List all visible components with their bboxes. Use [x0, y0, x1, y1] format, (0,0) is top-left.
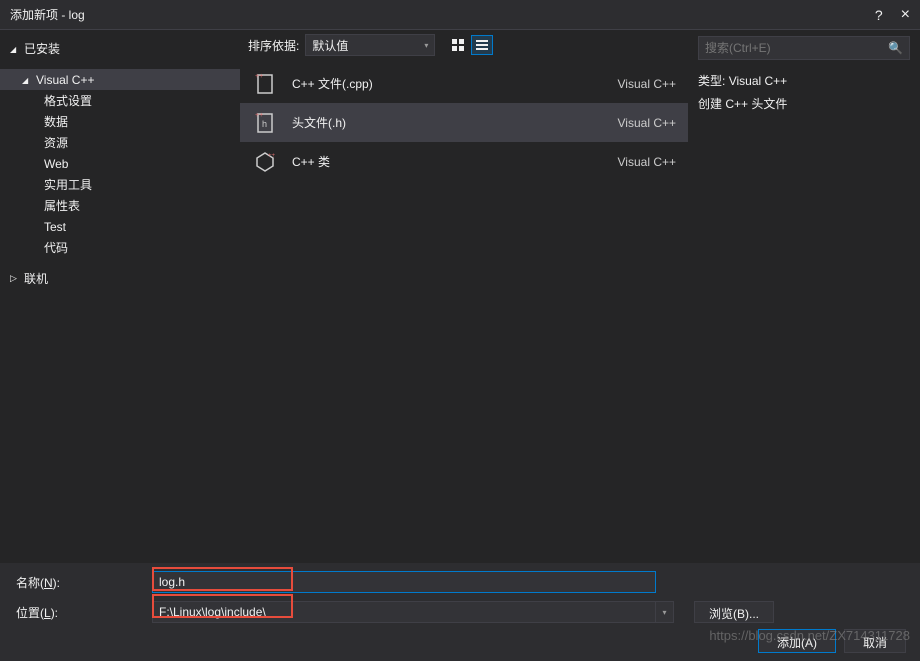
tree-item-code[interactable]: 代码	[0, 237, 240, 258]
view-list-button[interactable]	[471, 35, 493, 55]
search-box[interactable]: 🔍	[698, 36, 910, 60]
tree-item-test[interactable]: Test	[0, 216, 240, 237]
search-icon: 🔍	[888, 41, 903, 55]
chevron-down-icon: ▾	[424, 41, 428, 50]
template-cpp-class[interactable]: ++ C++ 类 Visual C++	[240, 142, 688, 181]
title-bar: 添加新项 - log ? ×	[0, 0, 920, 30]
location-label: 位置(L):	[16, 604, 144, 621]
tree-item-data[interactable]: 数据	[0, 111, 240, 132]
template-header-file[interactable]: h++ 头文件(.h) Visual C++	[240, 103, 688, 142]
template-list: ++ C++ 文件(.cpp) Visual C++ h++ 头文件(.h) V…	[240, 60, 688, 563]
browse-button[interactable]: 浏览(B)...	[694, 601, 774, 623]
template-cpp-file[interactable]: ++ C++ 文件(.cpp) Visual C++	[240, 64, 688, 103]
tree-item-web[interactable]: Web	[0, 153, 240, 174]
cpp-class-icon: ++	[252, 149, 278, 175]
category-sidebar: 已安装 Visual C++ 格式设置 数据 资源 Web 实用工具 属性表 T…	[0, 30, 240, 563]
type-info: 类型: Visual C++	[698, 72, 910, 89]
svg-text:++: ++	[255, 73, 263, 80]
sort-combo[interactable]: 默认值 ▾	[305, 34, 435, 56]
grid-icon	[452, 39, 464, 51]
cancel-button[interactable]: 取消	[844, 629, 906, 653]
tree-installed[interactable]: 已安装	[0, 38, 240, 59]
view-grid-button[interactable]	[447, 35, 469, 55]
cpp-file-icon: ++	[252, 71, 278, 97]
tree-item-utility[interactable]: 实用工具	[0, 174, 240, 195]
chevron-down-icon[interactable]: ▾	[656, 601, 674, 623]
tree-item-property[interactable]: 属性表	[0, 195, 240, 216]
tree-item-resource[interactable]: 资源	[0, 132, 240, 153]
template-panel: 排序依据: 默认值 ▾ ++ C++ 文件(.cpp) Visual C	[240, 30, 688, 563]
center-toolbar: 排序依据: 默认值 ▾	[240, 30, 688, 60]
tree-item-format[interactable]: 格式设置	[0, 90, 240, 111]
tree-online[interactable]: 联机	[0, 268, 240, 289]
name-input[interactable]	[152, 571, 656, 593]
description: 创建 C++ 头文件	[698, 95, 910, 112]
chevron-right-icon	[10, 273, 22, 284]
sort-label: 排序依据:	[248, 37, 299, 54]
main-area: 已安装 Visual C++ 格式设置 数据 资源 Web 实用工具 属性表 T…	[0, 30, 920, 563]
window-title: 添加新项 - log	[10, 6, 875, 23]
help-icon[interactable]: ?	[875, 7, 883, 23]
search-input[interactable]	[705, 41, 888, 55]
location-combo[interactable]: ▾	[152, 601, 674, 623]
list-icon	[476, 40, 488, 50]
tree-visual-cpp[interactable]: Visual C++	[0, 69, 240, 90]
dialog-footer: 添加(A) 取消	[758, 629, 906, 653]
close-icon[interactable]: ×	[901, 6, 910, 24]
location-input[interactable]	[152, 601, 656, 623]
name-label: 名称(N):	[16, 574, 144, 591]
svg-text:++: ++	[255, 112, 263, 119]
add-button[interactable]: 添加(A)	[758, 629, 836, 653]
chevron-down-icon	[22, 75, 34, 85]
chevron-down-icon	[10, 44, 22, 54]
svg-text:++: ++	[268, 153, 276, 159]
header-file-icon: h++	[252, 110, 278, 136]
svg-text:h: h	[262, 119, 267, 129]
bottom-form: 名称(N): 位置(L): ▾ 浏览(B)...	[0, 563, 920, 639]
info-panel: 🔍 类型: Visual C++ 创建 C++ 头文件	[688, 30, 920, 563]
